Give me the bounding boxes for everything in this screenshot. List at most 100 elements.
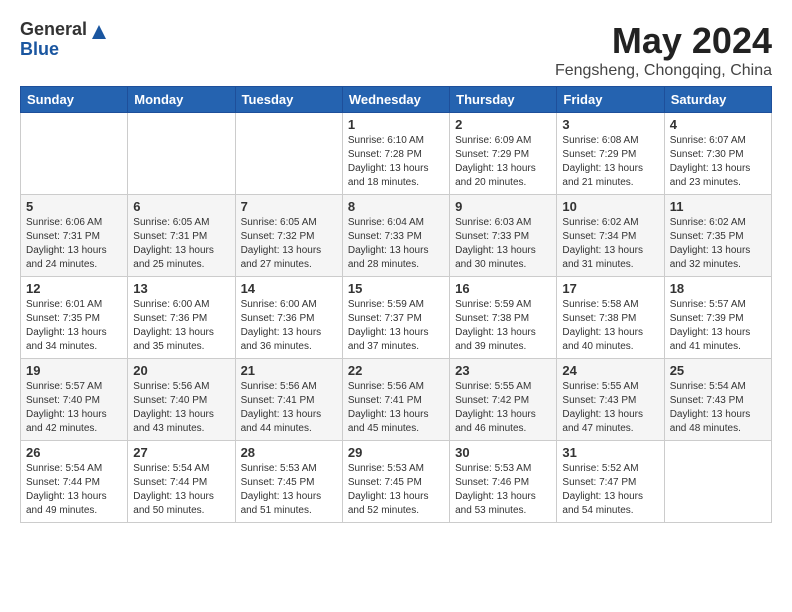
logo-blue: Blue — [20, 40, 87, 60]
calendar-cell: 4 Sunrise: 6:07 AM Sunset: 7:30 PM Daylig… — [664, 113, 771, 195]
calendar-cell: 20 Sunrise: 5:56 AM Sunset: 7:40 PM Dayli… — [128, 359, 235, 441]
day-number: 13 — [133, 281, 229, 296]
calendar-cell: 30 Sunrise: 5:53 AM Sunset: 7:46 PM Dayli… — [450, 441, 557, 523]
day-info: Sunrise: 5:54 AM Sunset: 7:43 PM Dayligh… — [670, 380, 766, 436]
calendar-cell: 11 Sunrise: 6:02 AM Sunset: 7:35 PM Dayli… — [664, 195, 771, 277]
day-number: 12 — [26, 281, 122, 296]
day-number: 6 — [133, 199, 229, 214]
day-number: 19 — [26, 363, 122, 378]
logo-icon — [90, 23, 108, 41]
day-number: 21 — [241, 363, 337, 378]
day-info: Sunrise: 5:52 AM Sunset: 7:47 PM Dayligh… — [562, 462, 658, 518]
title-block: May 2024 Fengsheng, Chongqing, China — [555, 20, 772, 80]
day-number: 20 — [133, 363, 229, 378]
calendar-cell: 8 Sunrise: 6:04 AM Sunset: 7:33 PM Daylig… — [342, 195, 449, 277]
calendar-cell: 25 Sunrise: 5:54 AM Sunset: 7:43 PM Dayli… — [664, 359, 771, 441]
day-info: Sunrise: 5:55 AM Sunset: 7:42 PM Dayligh… — [455, 380, 551, 436]
day-number: 2 — [455, 117, 551, 132]
month-year: May 2024 — [555, 20, 772, 62]
day-info: Sunrise: 6:00 AM Sunset: 7:36 PM Dayligh… — [241, 298, 337, 354]
weekday-header: Wednesday — [342, 87, 449, 113]
calendar-cell: 13 Sunrise: 6:00 AM Sunset: 7:36 PM Dayli… — [128, 277, 235, 359]
day-number: 16 — [455, 281, 551, 296]
logo: General Blue — [20, 20, 108, 60]
day-number: 31 — [562, 445, 658, 460]
weekday-header: Sunday — [21, 87, 128, 113]
day-info: Sunrise: 6:03 AM Sunset: 7:33 PM Dayligh… — [455, 216, 551, 272]
calendar-cell: 23 Sunrise: 5:55 AM Sunset: 7:42 PM Dayli… — [450, 359, 557, 441]
day-info: Sunrise: 5:53 AM Sunset: 7:45 PM Dayligh… — [348, 462, 444, 518]
day-number: 9 — [455, 199, 551, 214]
calendar-header-row: SundayMondayTuesdayWednesdayThursdayFrid… — [21, 87, 772, 113]
day-number: 11 — [670, 199, 766, 214]
weekday-header: Thursday — [450, 87, 557, 113]
calendar-cell: 12 Sunrise: 6:01 AM Sunset: 7:35 PM Dayli… — [21, 277, 128, 359]
day-info: Sunrise: 6:02 AM Sunset: 7:34 PM Dayligh… — [562, 216, 658, 272]
day-number: 3 — [562, 117, 658, 132]
day-info: Sunrise: 5:57 AM Sunset: 7:39 PM Dayligh… — [670, 298, 766, 354]
day-info: Sunrise: 5:59 AM Sunset: 7:37 PM Dayligh… — [348, 298, 444, 354]
calendar-cell — [128, 113, 235, 195]
day-info: Sunrise: 6:04 AM Sunset: 7:33 PM Dayligh… — [348, 216, 444, 272]
day-info: Sunrise: 6:07 AM Sunset: 7:30 PM Dayligh… — [670, 134, 766, 190]
calendar-week-row: 26 Sunrise: 5:54 AM Sunset: 7:44 PM Dayli… — [21, 441, 772, 523]
page: General Blue May 2024 Fengsheng, Chongqi… — [0, 0, 792, 533]
day-info: Sunrise: 5:56 AM Sunset: 7:40 PM Dayligh… — [133, 380, 229, 436]
location: Fengsheng, Chongqing, China — [555, 62, 772, 80]
calendar-cell: 29 Sunrise: 5:53 AM Sunset: 7:45 PM Dayli… — [342, 441, 449, 523]
calendar-cell: 16Sunrise: 5:59 AM Sunset: 7:38 PM Dayli… — [450, 277, 557, 359]
day-info: Sunrise: 5:58 AM Sunset: 7:38 PM Dayligh… — [562, 298, 658, 354]
day-info: Sunrise: 6:10 AM Sunset: 7:28 PM Dayligh… — [348, 134, 444, 190]
day-number: 10 — [562, 199, 658, 214]
calendar-table: SundayMondayTuesdayWednesdayThursdayFrid… — [20, 86, 772, 523]
day-number: 15 — [348, 281, 444, 296]
calendar-cell: 26 Sunrise: 5:54 AM Sunset: 7:44 PM Dayli… — [21, 441, 128, 523]
day-number: 7 — [241, 199, 337, 214]
day-info: Sunrise: 5:56 AM Sunset: 7:41 PM Dayligh… — [348, 380, 444, 436]
day-info: Sunrise: 6:06 AM Sunset: 7:31 PM Dayligh… — [26, 216, 122, 272]
calendar-cell — [664, 441, 771, 523]
weekday-header: Saturday — [664, 87, 771, 113]
day-info: Sunrise: 5:53 AM Sunset: 7:46 PM Dayligh… — [455, 462, 551, 518]
day-info: Sunrise: 6:08 AM Sunset: 7:29 PM Dayligh… — [562, 134, 658, 190]
calendar-cell: 31 Sunrise: 5:52 AM Sunset: 7:47 PM Dayli… — [557, 441, 664, 523]
header: General Blue May 2024 Fengsheng, Chongqi… — [20, 20, 772, 80]
calendar-cell — [21, 113, 128, 195]
day-info: Sunrise: 5:54 AM Sunset: 7:44 PM Dayligh… — [26, 462, 122, 518]
calendar-cell: 19 Sunrise: 5:57 AM Sunset: 7:40 PM Dayli… — [21, 359, 128, 441]
weekday-header: Tuesday — [235, 87, 342, 113]
calendar-cell: 24Sunrise: 5:55 AM Sunset: 7:43 PM Dayli… — [557, 359, 664, 441]
day-number: 23 — [455, 363, 551, 378]
logo-general: General — [20, 20, 87, 40]
calendar-cell: 17 Sunrise: 5:58 AM Sunset: 7:38 PM Dayli… — [557, 277, 664, 359]
day-number: 22 — [348, 363, 444, 378]
day-info: Sunrise: 5:54 AM Sunset: 7:44 PM Dayligh… — [133, 462, 229, 518]
calendar-cell: 21Sunrise: 5:56 AM Sunset: 7:41 PM Dayli… — [235, 359, 342, 441]
day-number: 28 — [241, 445, 337, 460]
calendar-cell: 28 Sunrise: 5:53 AM Sunset: 7:45 PM Dayli… — [235, 441, 342, 523]
day-number: 24 — [562, 363, 658, 378]
day-number: 1 — [348, 117, 444, 132]
day-info: Sunrise: 6:02 AM Sunset: 7:35 PM Dayligh… — [670, 216, 766, 272]
calendar-cell: 14Sunrise: 6:00 AM Sunset: 7:36 PM Dayli… — [235, 277, 342, 359]
calendar-week-row: 12 Sunrise: 6:01 AM Sunset: 7:35 PM Dayli… — [21, 277, 772, 359]
day-info: Sunrise: 5:57 AM Sunset: 7:40 PM Dayligh… — [26, 380, 122, 436]
day-number: 17 — [562, 281, 658, 296]
day-info: Sunrise: 6:01 AM Sunset: 7:35 PM Dayligh… — [26, 298, 122, 354]
day-info: Sunrise: 5:53 AM Sunset: 7:45 PM Dayligh… — [241, 462, 337, 518]
day-number: 29 — [348, 445, 444, 460]
day-number: 5 — [26, 199, 122, 214]
day-info: Sunrise: 6:05 AM Sunset: 7:32 PM Dayligh… — [241, 216, 337, 272]
day-number: 26 — [26, 445, 122, 460]
calendar-cell: 10 Sunrise: 6:02 AM Sunset: 7:34 PM Dayli… — [557, 195, 664, 277]
day-number: 4 — [670, 117, 766, 132]
day-number: 8 — [348, 199, 444, 214]
calendar-cell: 6Sunrise: 6:05 AM Sunset: 7:31 PM Daylig… — [128, 195, 235, 277]
day-info: Sunrise: 6:00 AM Sunset: 7:36 PM Dayligh… — [133, 298, 229, 354]
calendar-cell: 15 Sunrise: 5:59 AM Sunset: 7:37 PM Dayli… — [342, 277, 449, 359]
calendar-cell: 27Sunrise: 5:54 AM Sunset: 7:44 PM Dayli… — [128, 441, 235, 523]
day-number: 25 — [670, 363, 766, 378]
calendar-cell: 3 Sunrise: 6:08 AM Sunset: 7:29 PM Daylig… — [557, 113, 664, 195]
day-number: 30 — [455, 445, 551, 460]
calendar-cell: 7 Sunrise: 6:05 AM Sunset: 7:32 PM Daylig… — [235, 195, 342, 277]
